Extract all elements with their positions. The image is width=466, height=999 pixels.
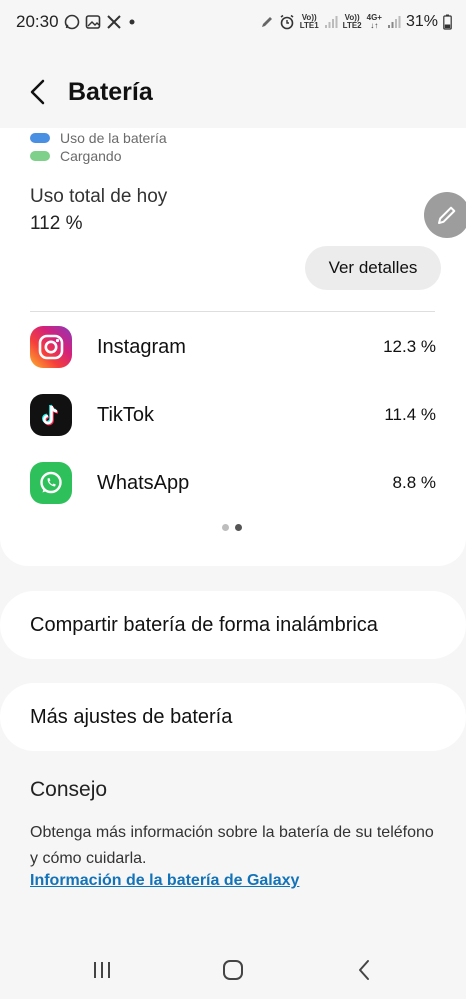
more-battery-settings-label: Más ajustes de batería — [30, 705, 233, 728]
instagram-icon — [30, 326, 72, 368]
app-bar: Batería — [0, 60, 466, 124]
app-usage-percent: 12.3 % — [383, 337, 436, 356]
page-title: Batería — [68, 77, 153, 106]
home-icon — [223, 959, 243, 980]
page-dot — [222, 524, 229, 531]
edit-button[interactable] — [424, 192, 466, 238]
network-type-indicator: 4G+ ↓↑ — [366, 13, 382, 30]
legend-usage-swatch — [30, 133, 50, 143]
back-button[interactable] — [8, 62, 68, 122]
app-row-whatsapp[interactable]: WhatsApp 8.8 % — [30, 461, 436, 505]
legend-item-charging: Cargando — [30, 148, 122, 164]
whatsapp-icon — [30, 462, 72, 504]
sim1-volte-indicator: Vo)) LTE1 — [299, 13, 319, 30]
tips-text: Obtenga más información sobre la batería… — [30, 824, 434, 867]
alarm-icon — [279, 14, 295, 30]
app-name: Instagram — [97, 335, 186, 358]
app-row-tiktok[interactable]: TikTok 11.4 % — [30, 393, 436, 437]
battery-usage-card: Uso de la batería Cargando Uso total de … — [0, 128, 466, 566]
home-button[interactable] — [213, 950, 253, 990]
whatsapp-notification-icon — [64, 14, 80, 30]
legend-item-usage: Uso de la batería — [30, 130, 167, 146]
app-name: TikTok — [97, 403, 155, 426]
galaxy-battery-info-link[interactable]: Información de la batería de Galaxy — [30, 872, 299, 890]
more-notifications-dot-icon — [127, 17, 137, 27]
sim2-volte-indicator: Vo)) LTE2 — [342, 13, 362, 30]
legend-charging-label: Cargando — [60, 148, 122, 164]
pencil-icon — [438, 206, 456, 224]
battery-percent: 31% — [405, 13, 438, 30]
total-usage-value: 112 % — [30, 213, 83, 234]
back-nav-button[interactable] — [344, 950, 384, 990]
navigation-bar — [0, 940, 466, 999]
back-arrow-icon — [30, 79, 45, 105]
pen-icon — [260, 15, 274, 29]
tools-notification-icon — [106, 14, 122, 30]
more-battery-settings-item[interactable]: Más ajustes de batería — [0, 683, 466, 751]
app-row-instagram[interactable]: Instagram 12.3 % — [30, 325, 436, 369]
page-indicator — [222, 524, 242, 531]
view-details-button[interactable]: Ver detalles — [305, 246, 441, 290]
battery-icon — [443, 14, 452, 30]
tiktok-icon — [30, 394, 72, 436]
app-usage-percent: 11.4 % — [384, 405, 436, 424]
tips-title: Consejo — [30, 778, 108, 801]
wireless-battery-share-item[interactable]: Compartir batería de forma inalámbrica — [0, 591, 466, 659]
legend-usage-label: Uso de la batería — [60, 130, 167, 146]
legend-charging-swatch — [30, 151, 50, 161]
recent-apps-button[interactable] — [82, 950, 122, 990]
recents-icon — [94, 961, 110, 978]
app-usage-percent: 8.8 % — [392, 473, 436, 492]
status-bar: 20:30 Vo)) LTE1 Vo)) LTE2 4G+ ↓↑ 31% — [0, 0, 466, 44]
clock: 20:30 — [16, 12, 59, 31]
gallery-notification-icon — [85, 14, 101, 30]
back-nav-icon — [359, 959, 369, 980]
wireless-battery-share-label: Compartir batería de forma inalámbrica — [30, 613, 378, 636]
total-usage-label: Uso total de hoy — [30, 186, 168, 207]
page-dot-active — [235, 524, 242, 531]
app-name: WhatsApp — [97, 471, 190, 494]
signal-sim2-icon — [387, 15, 401, 29]
signal-sim1-icon — [324, 15, 338, 29]
divider — [30, 311, 435, 312]
